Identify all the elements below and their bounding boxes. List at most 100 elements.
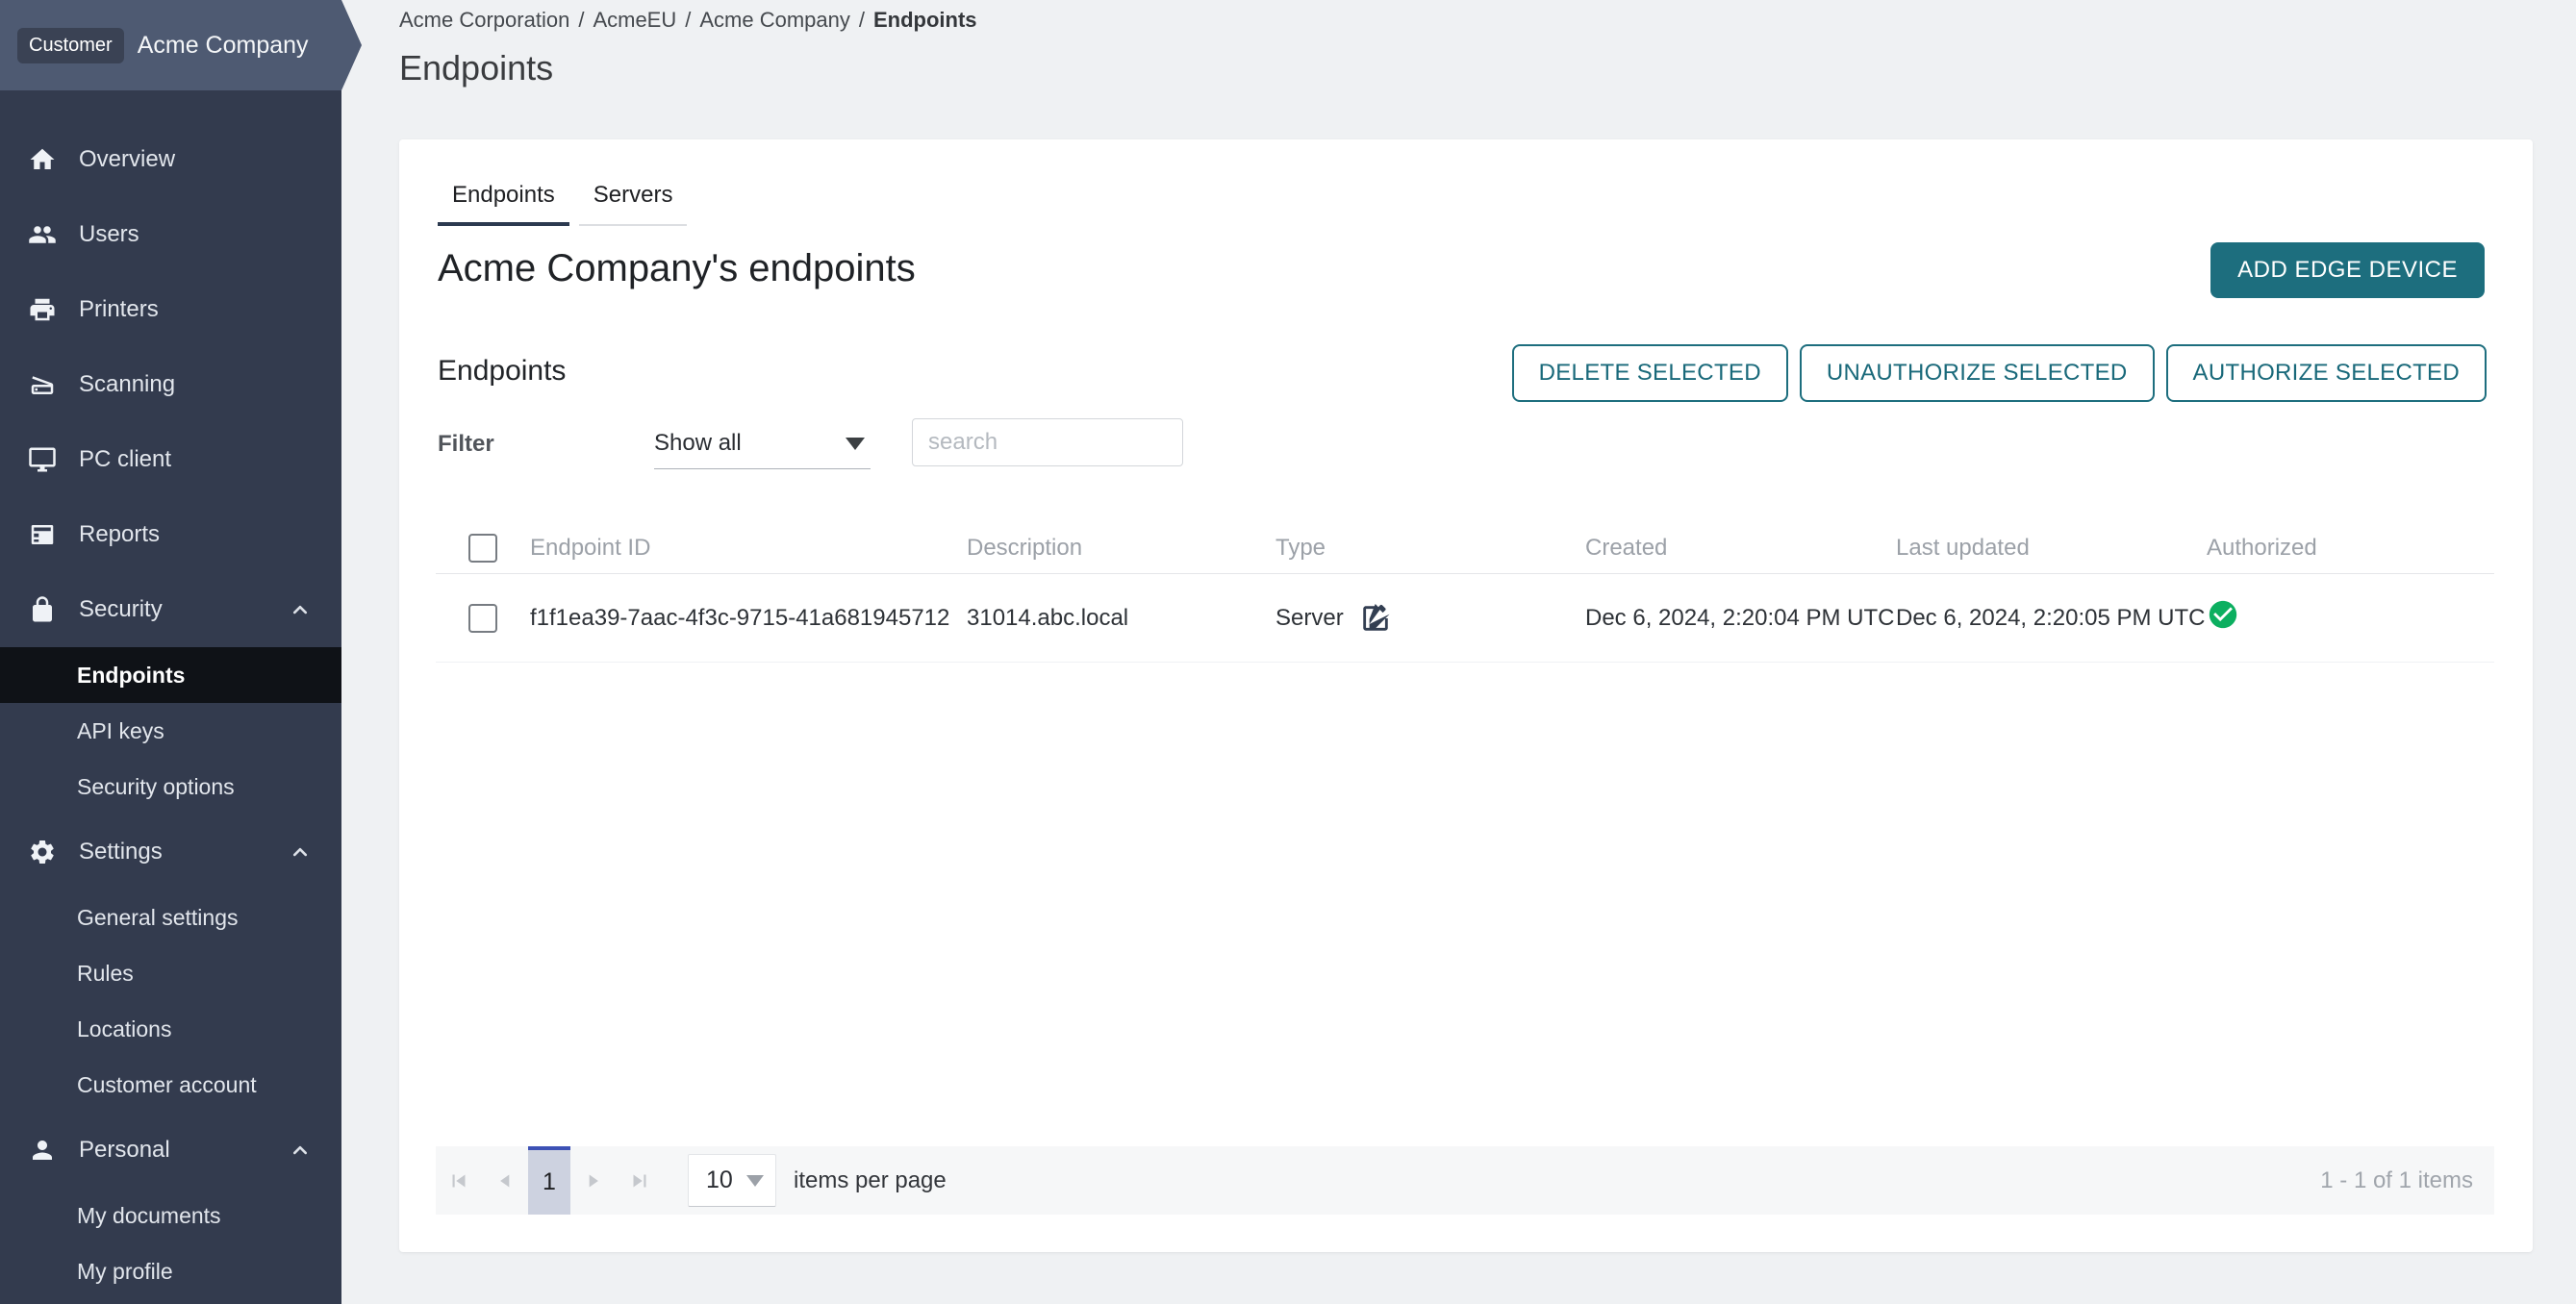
customer-name: Acme Company [138,32,309,60]
sidebar-nav: Overview Users Printers Scanning PC clie… [0,90,341,1299]
filter-select[interactable]: Show all [654,418,871,469]
sidebar-item-my-documents[interactable]: My documents [0,1188,341,1243]
sidebar-subitem-label: Customer account [77,1072,257,1098]
printer-icon [27,294,58,325]
column-header-description: Description [967,535,1275,562]
sidebar-subitem-label: Endpoints [77,663,185,689]
sidebar-item-endpoints[interactable]: Endpoints [0,647,341,703]
sidebar-item-pc-client[interactable]: PC client [0,422,341,497]
sidebar-subitem-label: My documents [77,1203,221,1229]
sidebar-item-security[interactable]: Security [0,572,341,647]
filter-select-value: Show all [654,430,742,457]
sidebar-item-reports[interactable]: Reports [0,497,341,572]
tab-bar: Endpoints Servers [438,172,696,226]
select-all-checkbox[interactable] [468,534,497,563]
breadcrumb-item[interactable]: AcmeEU [593,8,676,32]
page-size-value: 10 [706,1166,733,1194]
chevron-up-icon [288,840,313,865]
cell-description: 31014.abc.local [967,605,1275,632]
page-size-select[interactable]: 10 [688,1154,776,1207]
breadcrumb-separator: / [685,8,691,32]
sidebar-item-locations[interactable]: Locations [0,1001,341,1057]
sidebar-item-general-settings[interactable]: General settings [0,890,341,945]
table-header: Endpoint ID Description Type Created Las… [436,522,2494,574]
authorize-selected-button[interactable]: AUTHORIZE SELECTED [2166,344,2487,402]
last-page-button[interactable] [617,1146,663,1215]
breadcrumb-item-current: Endpoints [873,8,977,32]
first-page-button[interactable] [436,1146,482,1215]
breadcrumb-separator: / [859,8,865,32]
column-header-last-updated: Last updated [1896,535,2207,562]
customer-header[interactable]: Customer Acme Company [0,0,362,90]
cell-endpoint-id: f1f1ea39-7aac-4f3c-9715-41a681945712 [530,605,967,632]
sidebar-subitem-label: Locations [77,1016,171,1042]
breadcrumb-separator: / [578,8,584,32]
sidebar-item-printers[interactable]: Printers [0,272,341,347]
endpoints-card: Endpoints Servers Acme Company's endpoin… [399,139,2533,1252]
sidebar-item-scanning[interactable]: Scanning [0,347,341,422]
sidebar-item-label: PC client [79,446,171,473]
search-input[interactable] [912,418,1183,466]
sidebar-item-overview[interactable]: Overview [0,122,341,197]
tab-servers[interactable]: Servers [579,172,688,226]
gear-icon [27,837,58,867]
cell-last-updated: Dec 6, 2024, 2:20:05 PM UTC [1896,605,2207,632]
page-title: Endpoints [399,48,553,88]
breadcrumb-item[interactable]: Acme Corporation [399,8,569,32]
sidebar: Overview Users Printers Scanning PC clie… [0,0,341,1304]
sidebar-item-label: Overview [79,146,175,173]
row-checkbox[interactable] [468,604,497,633]
home-icon [27,144,58,175]
sidebar-item-personal[interactable]: Personal [0,1113,341,1188]
lock-icon [27,594,58,625]
sidebar-subitem-label: My profile [77,1259,173,1285]
items-range-label: 1 - 1 of 1 items [2320,1167,2473,1194]
breadcrumb-item[interactable]: Acme Company [699,8,850,32]
cell-type: Server [1275,602,1585,635]
filter-label: Filter [438,431,494,458]
scanner-icon [27,369,58,400]
bulk-actions: DELETE SELECTED UNAUTHORIZE SELECTED AUT… [1512,344,2487,402]
unauthorize-selected-button[interactable]: UNAUTHORIZE SELECTED [1800,344,2155,402]
person-icon [27,1135,58,1166]
sidebar-item-label: Settings [79,839,163,865]
reports-icon [27,519,58,550]
monitor-icon [27,444,58,475]
page-number-button[interactable]: 1 [528,1146,570,1215]
sidebar-item-security-options[interactable]: Security options [0,759,341,815]
sidebar-item-label: Security [79,596,163,623]
next-page-button[interactable] [570,1146,617,1215]
sidebar-item-settings[interactable]: Settings [0,815,341,890]
sidebar-subitem-label: API keys [77,718,164,744]
customer-badge: Customer [17,28,124,63]
sidebar-item-my-profile[interactable]: My profile [0,1243,341,1299]
sidebar-item-label: Scanning [79,371,175,398]
sidebar-item-customer-account[interactable]: Customer account [0,1057,341,1113]
sidebar-item-users[interactable]: Users [0,197,341,272]
chevron-up-icon [288,597,313,622]
delete-selected-button[interactable]: DELETE SELECTED [1512,344,1788,402]
card-heading: Acme Company's endpoints [438,247,916,290]
sidebar-item-label: Users [79,221,139,248]
table-row: f1f1ea39-7aac-4f3c-9715-41a681945712 310… [436,574,2494,663]
caret-down-icon [846,438,865,450]
edit-icon[interactable] [1359,602,1392,635]
column-header-authorized: Authorized [2207,535,2494,562]
cell-authorized [2207,598,2494,638]
column-header-created: Created [1585,535,1896,562]
breadcrumb: Acme Corporation / AcmeEU / Acme Company / End… [399,8,977,33]
previous-page-button[interactable] [482,1146,528,1215]
column-header-type: Type [1275,535,1585,562]
sidebar-subitem-label: Security options [77,774,235,800]
sidebar-item-label: Personal [79,1137,170,1164]
chevron-up-icon [288,1138,313,1163]
add-edge-device-button[interactable]: ADD EDGE DEVICE [2210,242,2485,298]
tab-endpoints[interactable]: Endpoints [438,172,569,226]
sidebar-subitem-label: Rules [77,961,134,987]
sidebar-item-label: Printers [79,296,159,323]
sidebar-item-api-keys[interactable]: API keys [0,703,341,759]
sidebar-item-label: Reports [79,521,160,548]
sidebar-subitem-label: General settings [77,905,238,931]
cell-type-value: Server [1275,605,1344,632]
sidebar-item-rules[interactable]: Rules [0,945,341,1001]
